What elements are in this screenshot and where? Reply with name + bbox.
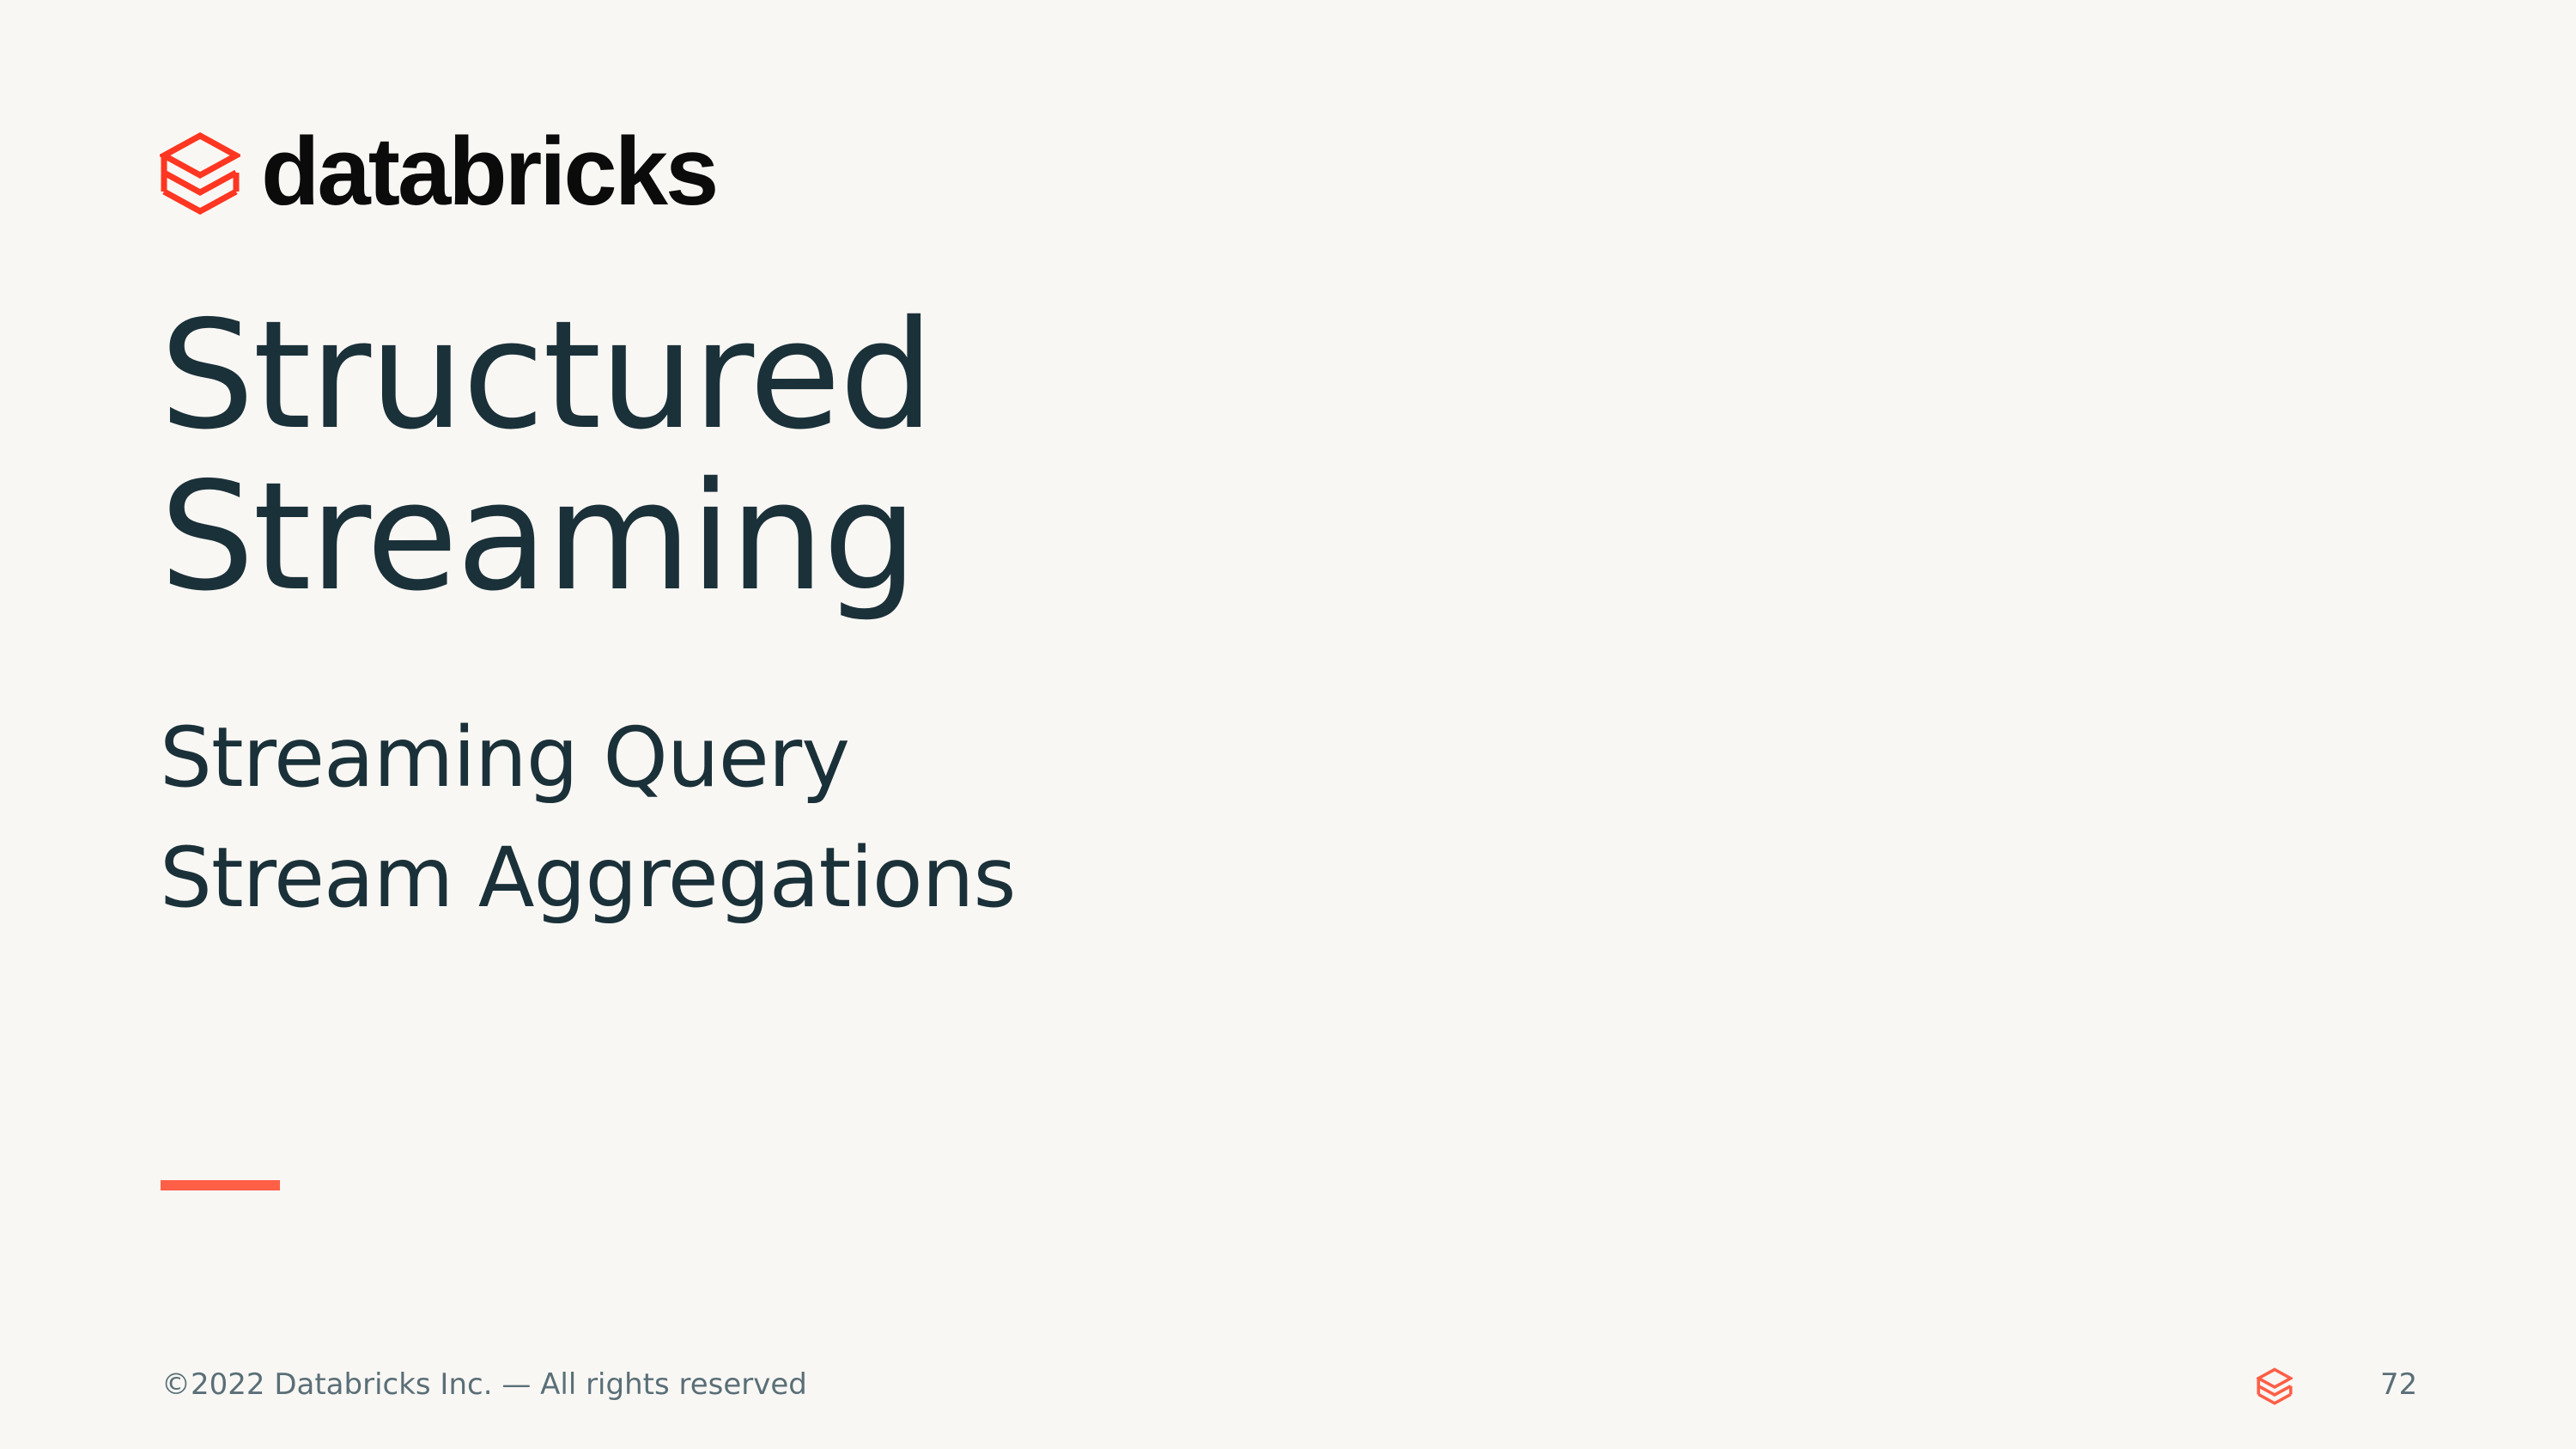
slide-title: Structured Streaming <box>160 289 934 624</box>
page-number: 72 <box>2380 1367 2418 1402</box>
topic-list: Streaming Query Stream Aggregations <box>160 697 1016 938</box>
brand-wordmark: databricks <box>261 118 719 225</box>
databricks-stack-icon <box>2257 1367 2293 1407</box>
title-line-1: Structured <box>160 289 934 463</box>
topic-item: Stream Aggregations <box>160 830 1016 926</box>
title-line-2: Streaming <box>160 450 918 624</box>
accent-divider <box>161 1180 280 1190</box>
copyright-text: ©2022 Databricks Inc. — All rights reser… <box>161 1367 807 1402</box>
databricks-stack-icon <box>160 131 240 219</box>
databricks-logo: databricks <box>160 118 719 225</box>
topic-item: Streaming Query <box>160 709 850 806</box>
